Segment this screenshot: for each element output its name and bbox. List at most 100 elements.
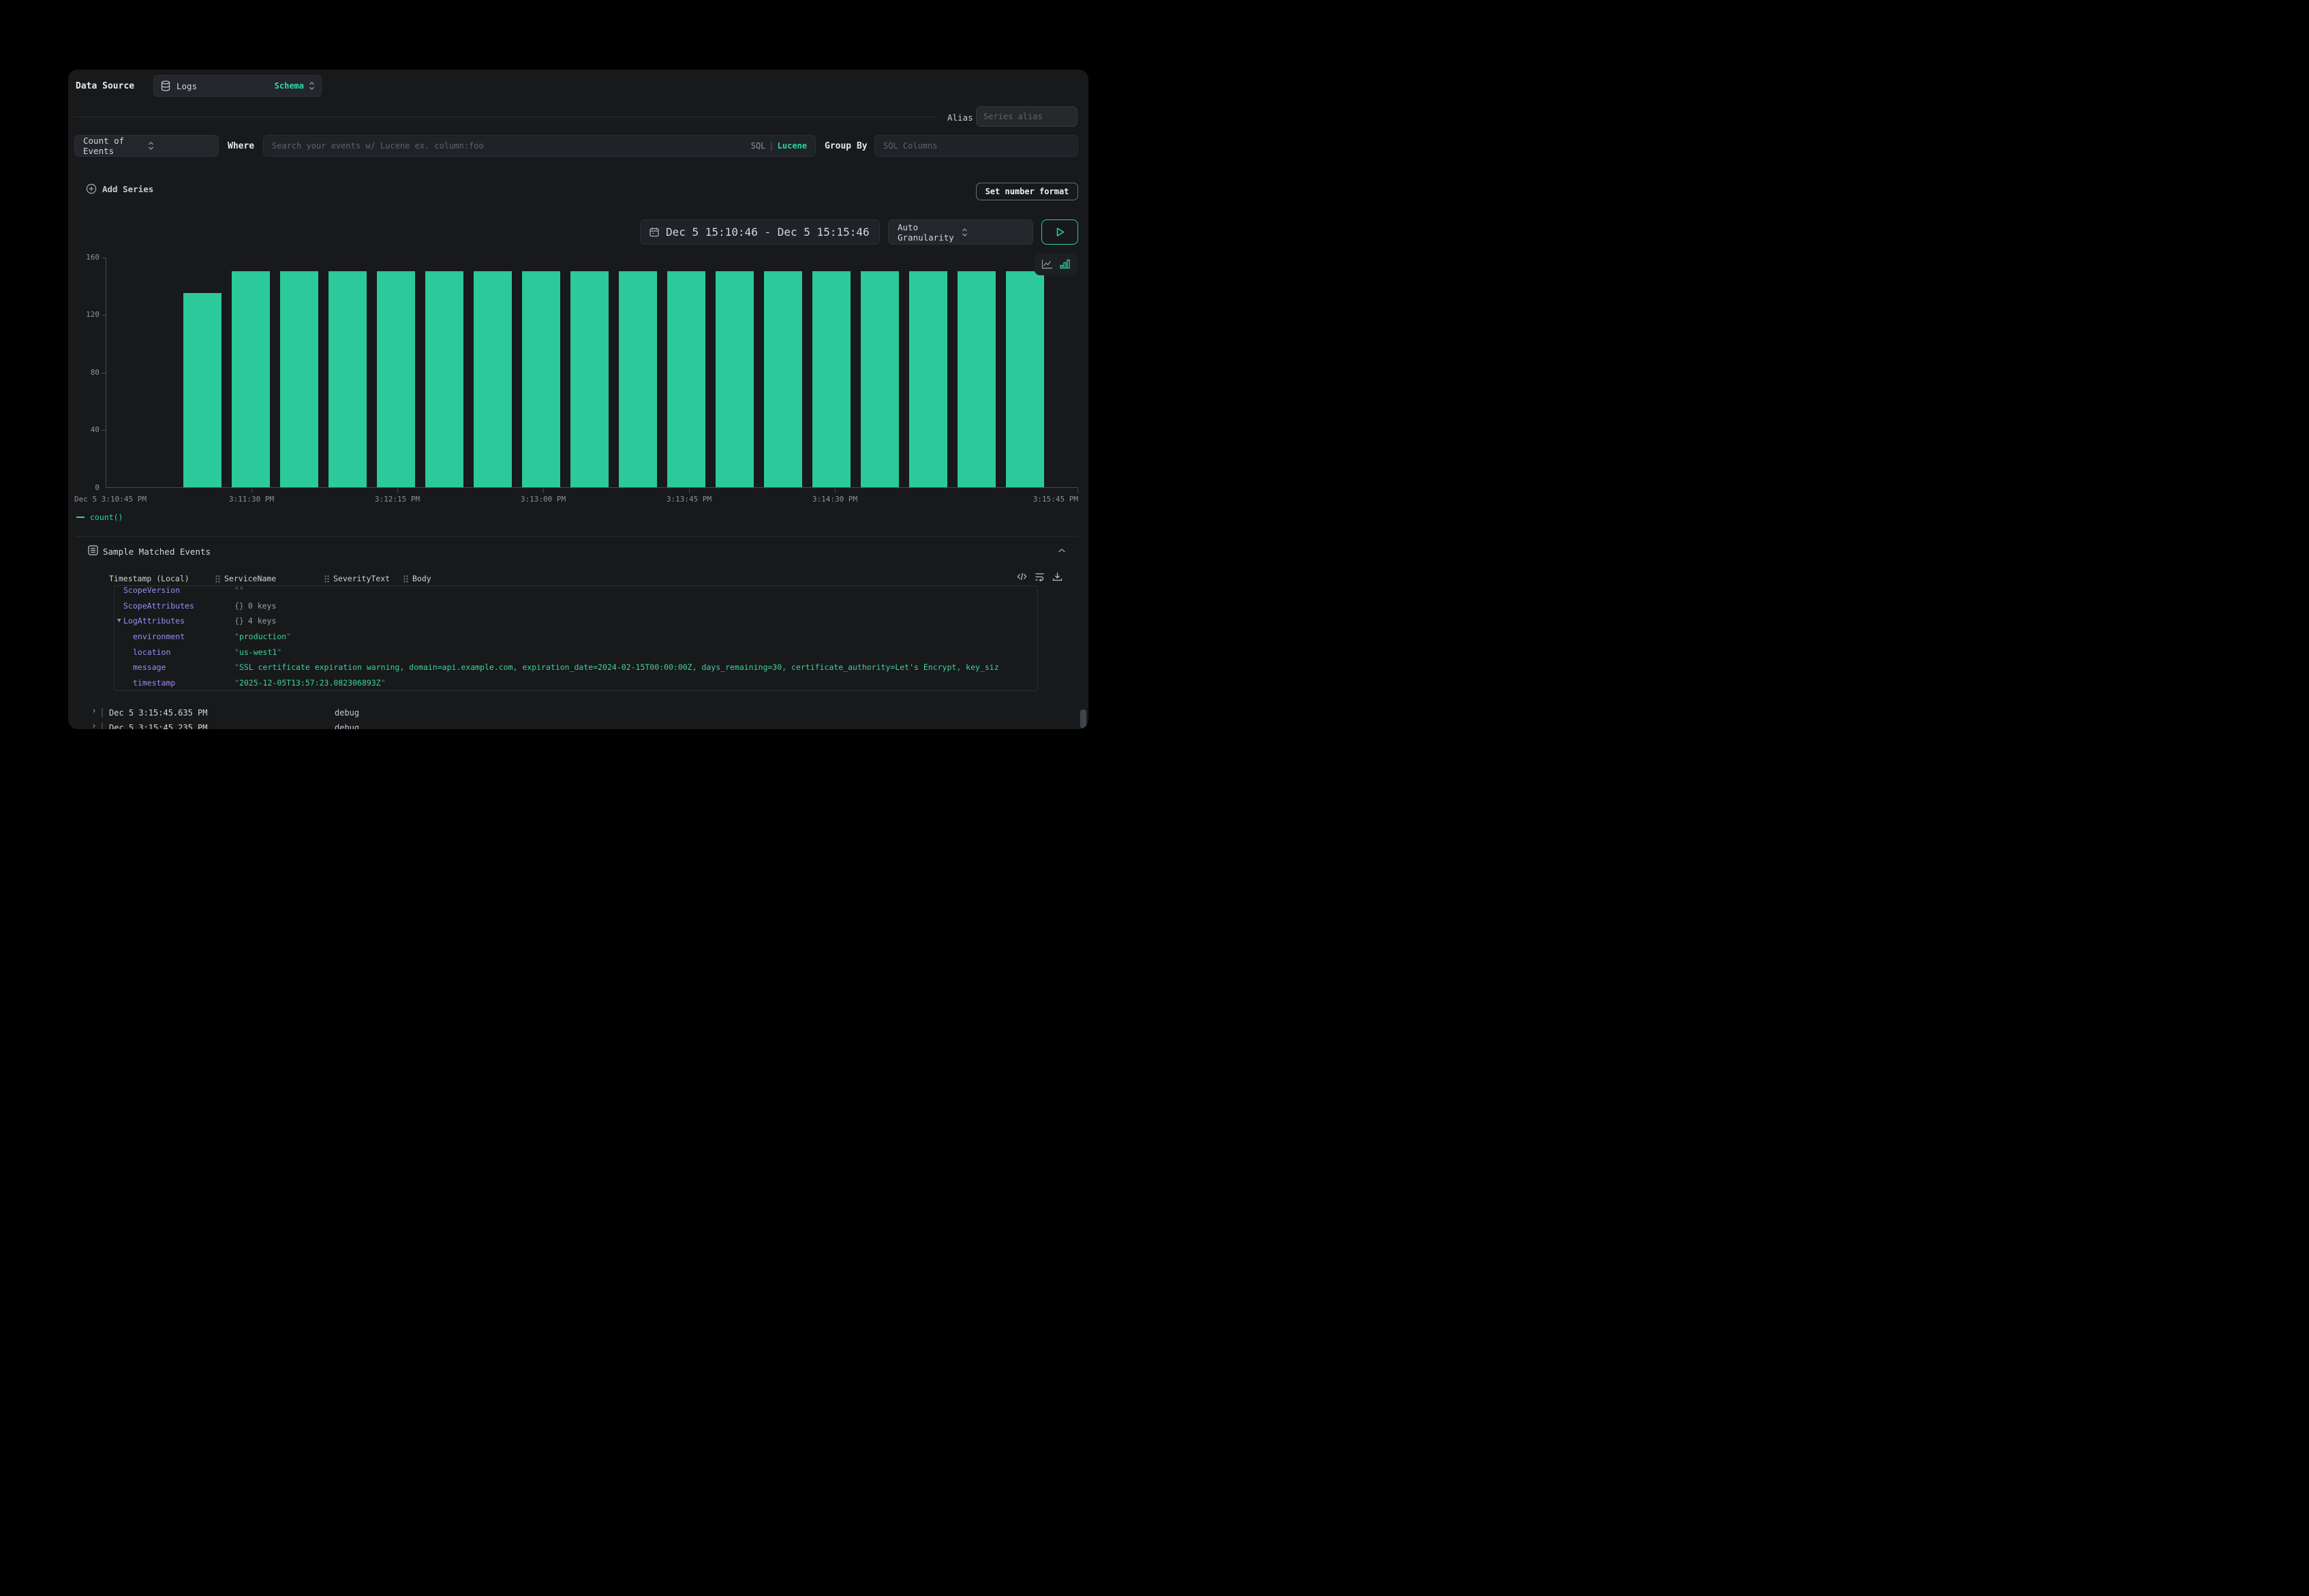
lucene-toggle[interactable]: Lucene [778,141,807,151]
download-icon[interactable] [1052,572,1062,581]
bar-chart-icon[interactable] [1060,259,1070,269]
y-axis-tick-label: 160 [68,253,100,262]
scrollbar-thumb[interactable] [1080,709,1086,728]
group-by-input[interactable]: SQL Columns [874,135,1078,157]
column-header-timestamp[interactable]: Timestamp (Local) [109,574,189,583]
attribute-row[interactable]: timestamp "2025-12-05T13:57:23.082306893… [114,675,1037,691]
y-axis-tick-label: 0 [68,483,100,492]
event-timestamp: Dec 5 3:15:45.235 PM [109,723,208,729]
line-chart-icon[interactable] [1041,259,1053,269]
y-axis-tick-label: 120 [68,310,100,319]
attribute-key: environment [133,632,185,641]
toggle-divider: | [765,141,777,151]
schema-link[interactable]: Schema [275,81,304,91]
sample-matched-events-title: Sample Matched Events [103,547,211,557]
database-icon [161,80,170,91]
chart-bar [328,271,367,487]
chart-type-toggle [1035,253,1077,275]
column-header-label: ServiceName [224,574,276,583]
x-axis-tick-label: 3:13:45 PM [667,495,712,504]
attribute-key: ScopeAttributes [123,601,194,611]
date-range-picker[interactable]: Dec 5 15:10:46 - Dec 5 15:15:46 [640,219,880,245]
chart-bar [522,271,560,487]
column-header-servicename[interactable]: ServiceName [215,574,276,583]
x-axis-tick [543,489,544,493]
key-count-badge: 4 keys [248,616,277,626]
y-axis-tick [102,315,106,316]
chart-bar [232,271,270,487]
chart-bar [183,293,221,487]
column-header-label: Body [412,574,431,583]
column-header-label: SeverityText [333,574,390,583]
event-timestamp: Dec 5 3:15:45.635 PM [109,708,208,718]
chevron-right-icon[interactable]: › [91,721,97,729]
event-severity: debug [335,723,359,729]
granularity-select[interactable]: Auto Granularity [888,219,1033,245]
granularity-value: Auto Granularity [898,222,962,243]
expanded-event-detail: ScopeVersion "" ScopeAttributes {} 0 keys… [114,585,1038,691]
attribute-row[interactable]: environment "production" [114,629,1037,645]
event-row[interactable]: › Dec 5 3:15:45.635 PM debug [68,705,1088,720]
caret-down-icon[interactable]: ▼ [117,613,121,629]
chart-bar [570,271,609,487]
key-count-badge: 0 keys [248,601,277,611]
list-icon [88,545,98,555]
severity-indicator [102,723,103,729]
text-wrap-icon[interactable] [1035,572,1045,581]
query-language-toggle[interactable]: SQL|Lucene [751,141,807,151]
chart-bar [474,271,512,487]
y-axis-tick-label: 80 [68,368,100,377]
chart-bar [716,271,754,487]
chart-bar [1006,271,1044,487]
chart-bar [958,271,996,487]
event-severity: debug [335,708,359,718]
object-brace: {} [234,616,244,626]
set-number-format-button[interactable]: Set number format [976,183,1078,200]
add-series-label: Add Series [102,184,153,194]
column-header-label: Timestamp (Local) [109,574,189,583]
attribute-key: location [133,647,170,657]
attribute-row[interactable]: ScopeVersion "" [114,585,1037,598]
series-alias-placeholder: Series alias [983,112,1043,121]
chart-bar [667,271,705,487]
legend-series-name[interactable]: count() [90,512,123,522]
run-query-button[interactable] [1041,219,1078,245]
attribute-key: timestamp [133,678,175,688]
chart-bar [861,271,899,487]
chart-legend: count() [76,512,123,522]
search-input[interactable]: Search your events w/ Lucene ex. column:… [263,135,816,157]
event-row[interactable]: › Dec 5 3:15:45.235 PM debug [68,720,1088,729]
attribute-row[interactable]: message "SSL certificate expiration warn… [114,660,1037,675]
column-header-body[interactable]: Body [403,574,431,583]
play-icon [1056,227,1065,237]
attribute-row[interactable]: location "us-west1" [114,645,1037,660]
y-axis-tick [102,430,106,431]
where-label: Where [228,141,254,151]
drag-handle-icon[interactable] [403,575,408,583]
column-header-severitytext[interactable]: SeverityText [324,574,390,583]
attribute-value: SSL certificate expiration warning, doma… [239,662,999,672]
add-series-button[interactable]: Add Series [86,183,153,194]
attribute-row[interactable]: ScopeAttributes {} 0 keys [114,598,1037,614]
x-axis-tick [397,489,398,493]
chevron-updown-icon [309,80,315,91]
sql-toggle[interactable]: SQL [751,141,766,151]
data-source-select[interactable]: Logs Schema [153,75,322,97]
object-brace: {} [234,601,244,611]
code-icon[interactable] [1017,572,1027,581]
chevron-right-icon[interactable]: › [91,706,97,716]
chart-bar [619,271,657,487]
series-alias-input[interactable]: Series alias [976,106,1077,127]
group-by-placeholder: SQL Columns [883,141,937,151]
chevron-updown-icon [962,227,1026,238]
events-toolbar [1017,572,1062,581]
chevron-up-icon[interactable] [1058,548,1066,553]
aggregate-value: Count of Events [83,136,148,156]
attribute-row[interactable]: ▼ LogAttributes {}4 keys [114,613,1037,629]
drag-handle-icon[interactable] [324,575,329,583]
severity-indicator [102,708,103,718]
aggregate-select[interactable]: Count of Events [74,135,219,157]
x-axis-tick-label: 3:15:45 PM [1033,495,1078,504]
x-axis-tick-label: Dec 5 3:10:45 PM [74,495,147,504]
drag-handle-icon[interactable] [215,575,220,583]
